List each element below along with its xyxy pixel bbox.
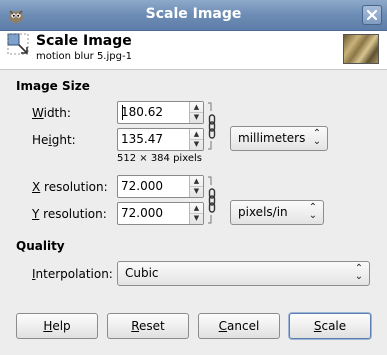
dialog-header: Scale Image motion blur 5.jpg-1 — [0, 31, 387, 70]
interpolation-value: Cubic — [125, 266, 159, 280]
height-stepper[interactable]: ▲ ▼ — [189, 129, 203, 150]
window-title: Scale Image — [145, 6, 242, 22]
x-resolution-stepper[interactable]: ▲ ▼ — [189, 176, 203, 197]
quality-section-label: Quality — [16, 239, 65, 253]
scale-image-dialog: Scale Image Scale Image motion blur 5.jp… — [0, 0, 387, 355]
x-resolution-label: X resolution: — [32, 180, 108, 194]
resolution-unit-select[interactable]: pixels/in ⌃ ⌄ — [230, 200, 324, 225]
width-stepper[interactable]: ▲ ▼ — [189, 102, 203, 123]
decrement-arrow-icon[interactable]: ▼ — [190, 213, 203, 223]
decrement-arrow-icon[interactable]: ▼ — [190, 139, 203, 149]
height-input[interactable] — [121, 131, 187, 147]
help-button[interactable]: Help — [16, 313, 98, 339]
height-label: Height: — [32, 133, 76, 147]
decrement-arrow-icon[interactable]: ▼ — [190, 112, 203, 122]
close-icon — [366, 9, 378, 21]
y-resolution-label: Y resolution: — [32, 207, 107, 221]
image-size-section-label: Image Size — [16, 79, 90, 93]
dialog-heading: Scale Image — [36, 33, 132, 49]
interpolation-label: Interpolation: — [32, 267, 113, 281]
image-name: motion blur 5.jpg-1 — [36, 51, 132, 62]
x-resolution-spinbutton[interactable]: ▲ ▼ — [117, 175, 204, 198]
interpolation-select[interactable]: Cubic ⌃ ⌄ — [117, 261, 370, 286]
updown-arrows-icon: ⌃ ⌄ — [354, 263, 364, 282]
updown-arrows-icon: ⌃ ⌄ — [312, 128, 322, 147]
decrement-arrow-icon[interactable]: ▼ — [190, 186, 203, 196]
resolution-unit-value: pixels/in — [238, 205, 288, 219]
height-spinbutton[interactable]: ▲ ▼ — [117, 128, 204, 151]
size-unit-select[interactable]: millimeters ⌃ ⌄ — [230, 126, 328, 151]
resolution-chain-link-icon[interactable] — [206, 175, 218, 225]
width-label: Width: — [32, 106, 71, 120]
text-cursor — [122, 105, 123, 120]
cancel-button[interactable]: Cancel — [198, 313, 280, 339]
window-close-button[interactable] — [362, 5, 382, 25]
updown-arrows-icon: ⌃ ⌄ — [308, 202, 318, 221]
size-chain-link-icon[interactable] — [206, 101, 218, 151]
size-unit-value: millimeters — [238, 131, 306, 145]
x-resolution-input[interactable] — [121, 178, 187, 194]
width-spinbutton[interactable]: ▲ ▼ — [117, 101, 204, 124]
reset-button[interactable]: Reset — [107, 313, 189, 339]
title-bar[interactable]: Scale Image — [0, 0, 387, 31]
scale-image-icon — [7, 33, 29, 55]
scale-button[interactable]: Scale — [289, 313, 371, 339]
width-input[interactable] — [121, 104, 187, 120]
y-resolution-input[interactable] — [121, 205, 187, 221]
pixel-dimensions-note: 512 × 384 pixels — [117, 153, 202, 164]
y-resolution-spinbutton[interactable]: ▲ ▼ — [117, 202, 204, 225]
image-thumbnail — [343, 34, 379, 64]
y-resolution-stepper[interactable]: ▲ ▼ — [189, 203, 203, 224]
